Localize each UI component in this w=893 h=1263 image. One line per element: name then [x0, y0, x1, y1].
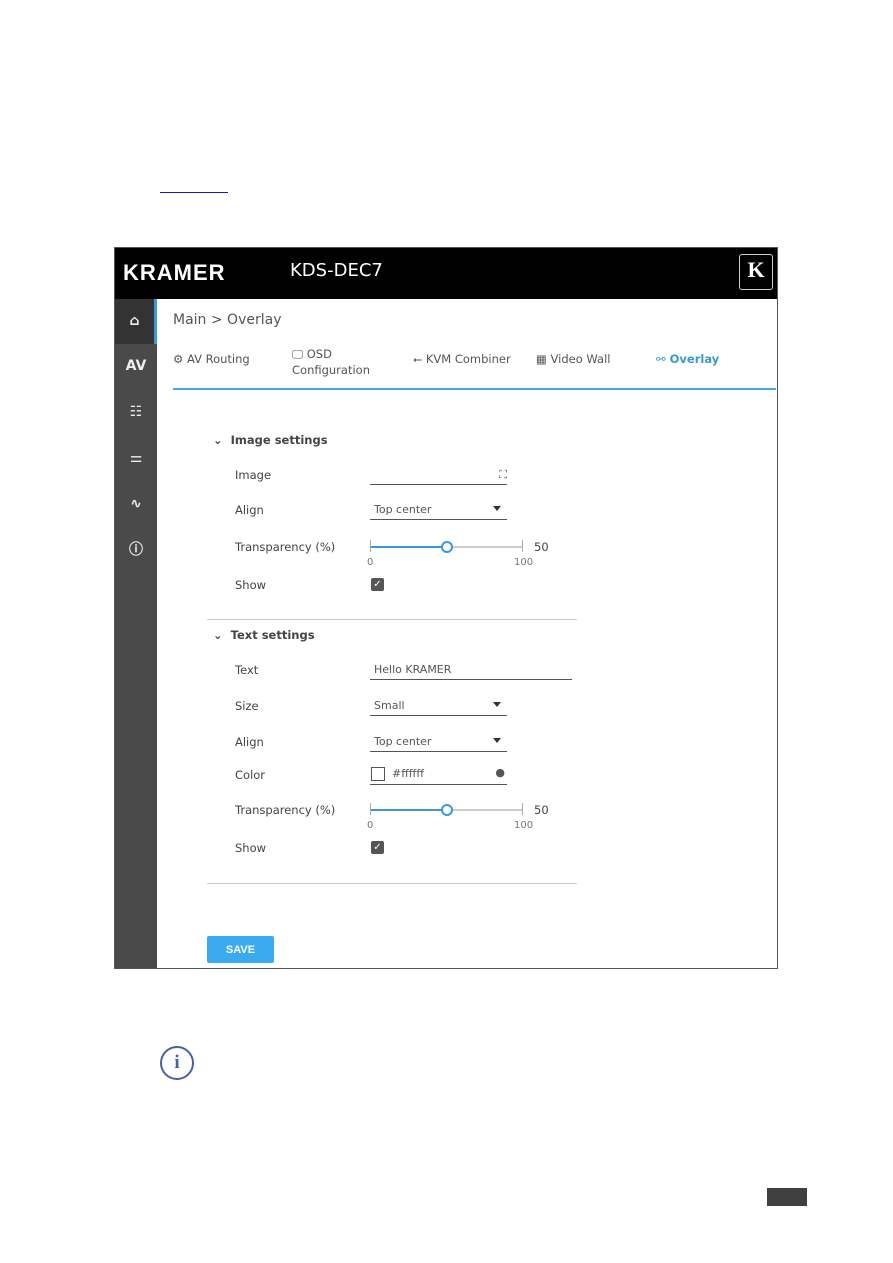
- slider-max-tick: [522, 540, 523, 552]
- color-label: Color: [235, 768, 266, 782]
- tab-osd-configuration[interactable]: 🖵 OSD Configuration: [292, 346, 370, 378]
- kramer-logo-icon: K: [739, 254, 773, 290]
- tab-underline: [173, 388, 776, 390]
- tab-kvm-combiner[interactable]: ⭠ KVM Combiner: [413, 352, 511, 367]
- color-input[interactable]: #ffffff ●: [370, 766, 507, 785]
- transparency-label: Transparency (%): [235, 540, 336, 554]
- text-input[interactable]: Hello KRAMER: [370, 663, 572, 680]
- tab-av-routing[interactable]: ⚙ AV Routing: [173, 352, 250, 366]
- sliders-icon[interactable]: ⚌: [115, 436, 157, 481]
- slider-max-label: 100: [514, 557, 534, 568]
- tab-label: KVM Combiner: [425, 352, 511, 366]
- tab-label: Video Wall: [550, 352, 611, 366]
- text-label: Text: [235, 663, 259, 677]
- section-title: Text settings: [230, 628, 315, 642]
- divider: [207, 883, 577, 884]
- header: KRAMER KDS-DEC7 K: [115, 248, 777, 299]
- caret-down-icon: [493, 738, 501, 743]
- palette-icon[interactable]: ●: [495, 766, 505, 779]
- image-show-checkbox[interactable]: ✓: [371, 578, 384, 591]
- image-settings-header[interactable]: ⌄ Image settings: [213, 433, 328, 447]
- slider-fill: [371, 546, 447, 548]
- tab-video-wall[interactable]: ▦ Video Wall: [536, 352, 610, 366]
- chevron-down-icon: ⌄: [213, 628, 223, 642]
- document-link[interactable]: [160, 192, 228, 193]
- tab-label: OSD: [306, 347, 332, 361]
- gear-icon: ⚙: [173, 352, 184, 366]
- device-model: KDS-DEC7: [290, 260, 383, 281]
- slider-min-label: 0: [367, 820, 374, 831]
- tab-overlay[interactable]: ⚯ Overlay: [656, 352, 719, 366]
- image-upload-icon[interactable]: ⛶: [499, 468, 507, 482]
- align-label: Align: [235, 735, 264, 749]
- chevron-down-icon: ⌄: [213, 433, 223, 447]
- section-title: Image settings: [230, 433, 328, 447]
- settings-list-icon[interactable]: ☷: [115, 390, 157, 435]
- text-show-checkbox[interactable]: ✓: [371, 841, 384, 854]
- page-number-box: [767, 1188, 807, 1206]
- slider-handle[interactable]: [440, 804, 453, 816]
- size-select[interactable]: Small: [370, 699, 507, 716]
- size-label: Size: [235, 699, 259, 713]
- image-label: Image: [235, 468, 272, 482]
- align-label: Align: [235, 503, 264, 517]
- text-align-select[interactable]: Top center: [370, 735, 507, 752]
- usb-icon: ⭠: [413, 352, 423, 366]
- color-value: #ffffff: [392, 767, 424, 780]
- select-value: Small: [374, 699, 405, 712]
- slider-handle[interactable]: [440, 541, 453, 553]
- slider-max-tick: [522, 803, 523, 815]
- caret-down-icon: [493, 506, 501, 511]
- select-value: Top center: [374, 503, 432, 516]
- text-settings-header[interactable]: ⌄ Text settings: [213, 628, 315, 642]
- home-icon[interactable]: ⌂: [115, 299, 157, 344]
- web-ui-window: KRAMER KDS-DEC7 K ⌂ AV ☷ ⚌ ∿ ⓘ Main > Ov…: [114, 247, 778, 969]
- info-icon[interactable]: ⓘ: [115, 528, 157, 573]
- av-icon[interactable]: AV: [115, 344, 157, 389]
- show-label: Show: [235, 578, 267, 592]
- monitor-icon: 🖵: [292, 347, 304, 361]
- slider-fill: [371, 809, 447, 811]
- input-value: Hello KRAMER: [374, 663, 452, 676]
- sidebar: ⌂ AV ☷ ⚌ ∿ ⓘ: [115, 299, 157, 968]
- image-align-select[interactable]: Top center: [370, 503, 507, 520]
- tab-label: AV Routing: [186, 352, 250, 366]
- tab-label: Configuration: [292, 363, 370, 377]
- caret-down-icon: [493, 702, 501, 707]
- info-icon: i: [160, 1046, 194, 1080]
- divider: [207, 619, 577, 620]
- select-value: Top center: [374, 735, 432, 748]
- image-input[interactable]: ⛶: [370, 468, 507, 485]
- slider-max-label: 100: [514, 820, 534, 831]
- show-label: Show: [235, 841, 267, 855]
- save-button[interactable]: SAVE: [207, 936, 274, 963]
- transparency-value: 50: [534, 540, 549, 554]
- brand-logo: KRAMER: [123, 260, 226, 285]
- tab-label: Overlay: [669, 352, 720, 366]
- overlay-icon: ⚯: [656, 352, 666, 366]
- slider-min-label: 0: [367, 557, 374, 568]
- transparency-value: 50: [534, 803, 549, 817]
- transparency-label: Transparency (%): [235, 803, 336, 817]
- grid-icon: ▦: [536, 352, 547, 366]
- breadcrumb: Main > Overlay: [173, 312, 282, 328]
- diagnostics-icon[interactable]: ∿: [115, 482, 157, 527]
- color-swatch[interactable]: [371, 767, 385, 781]
